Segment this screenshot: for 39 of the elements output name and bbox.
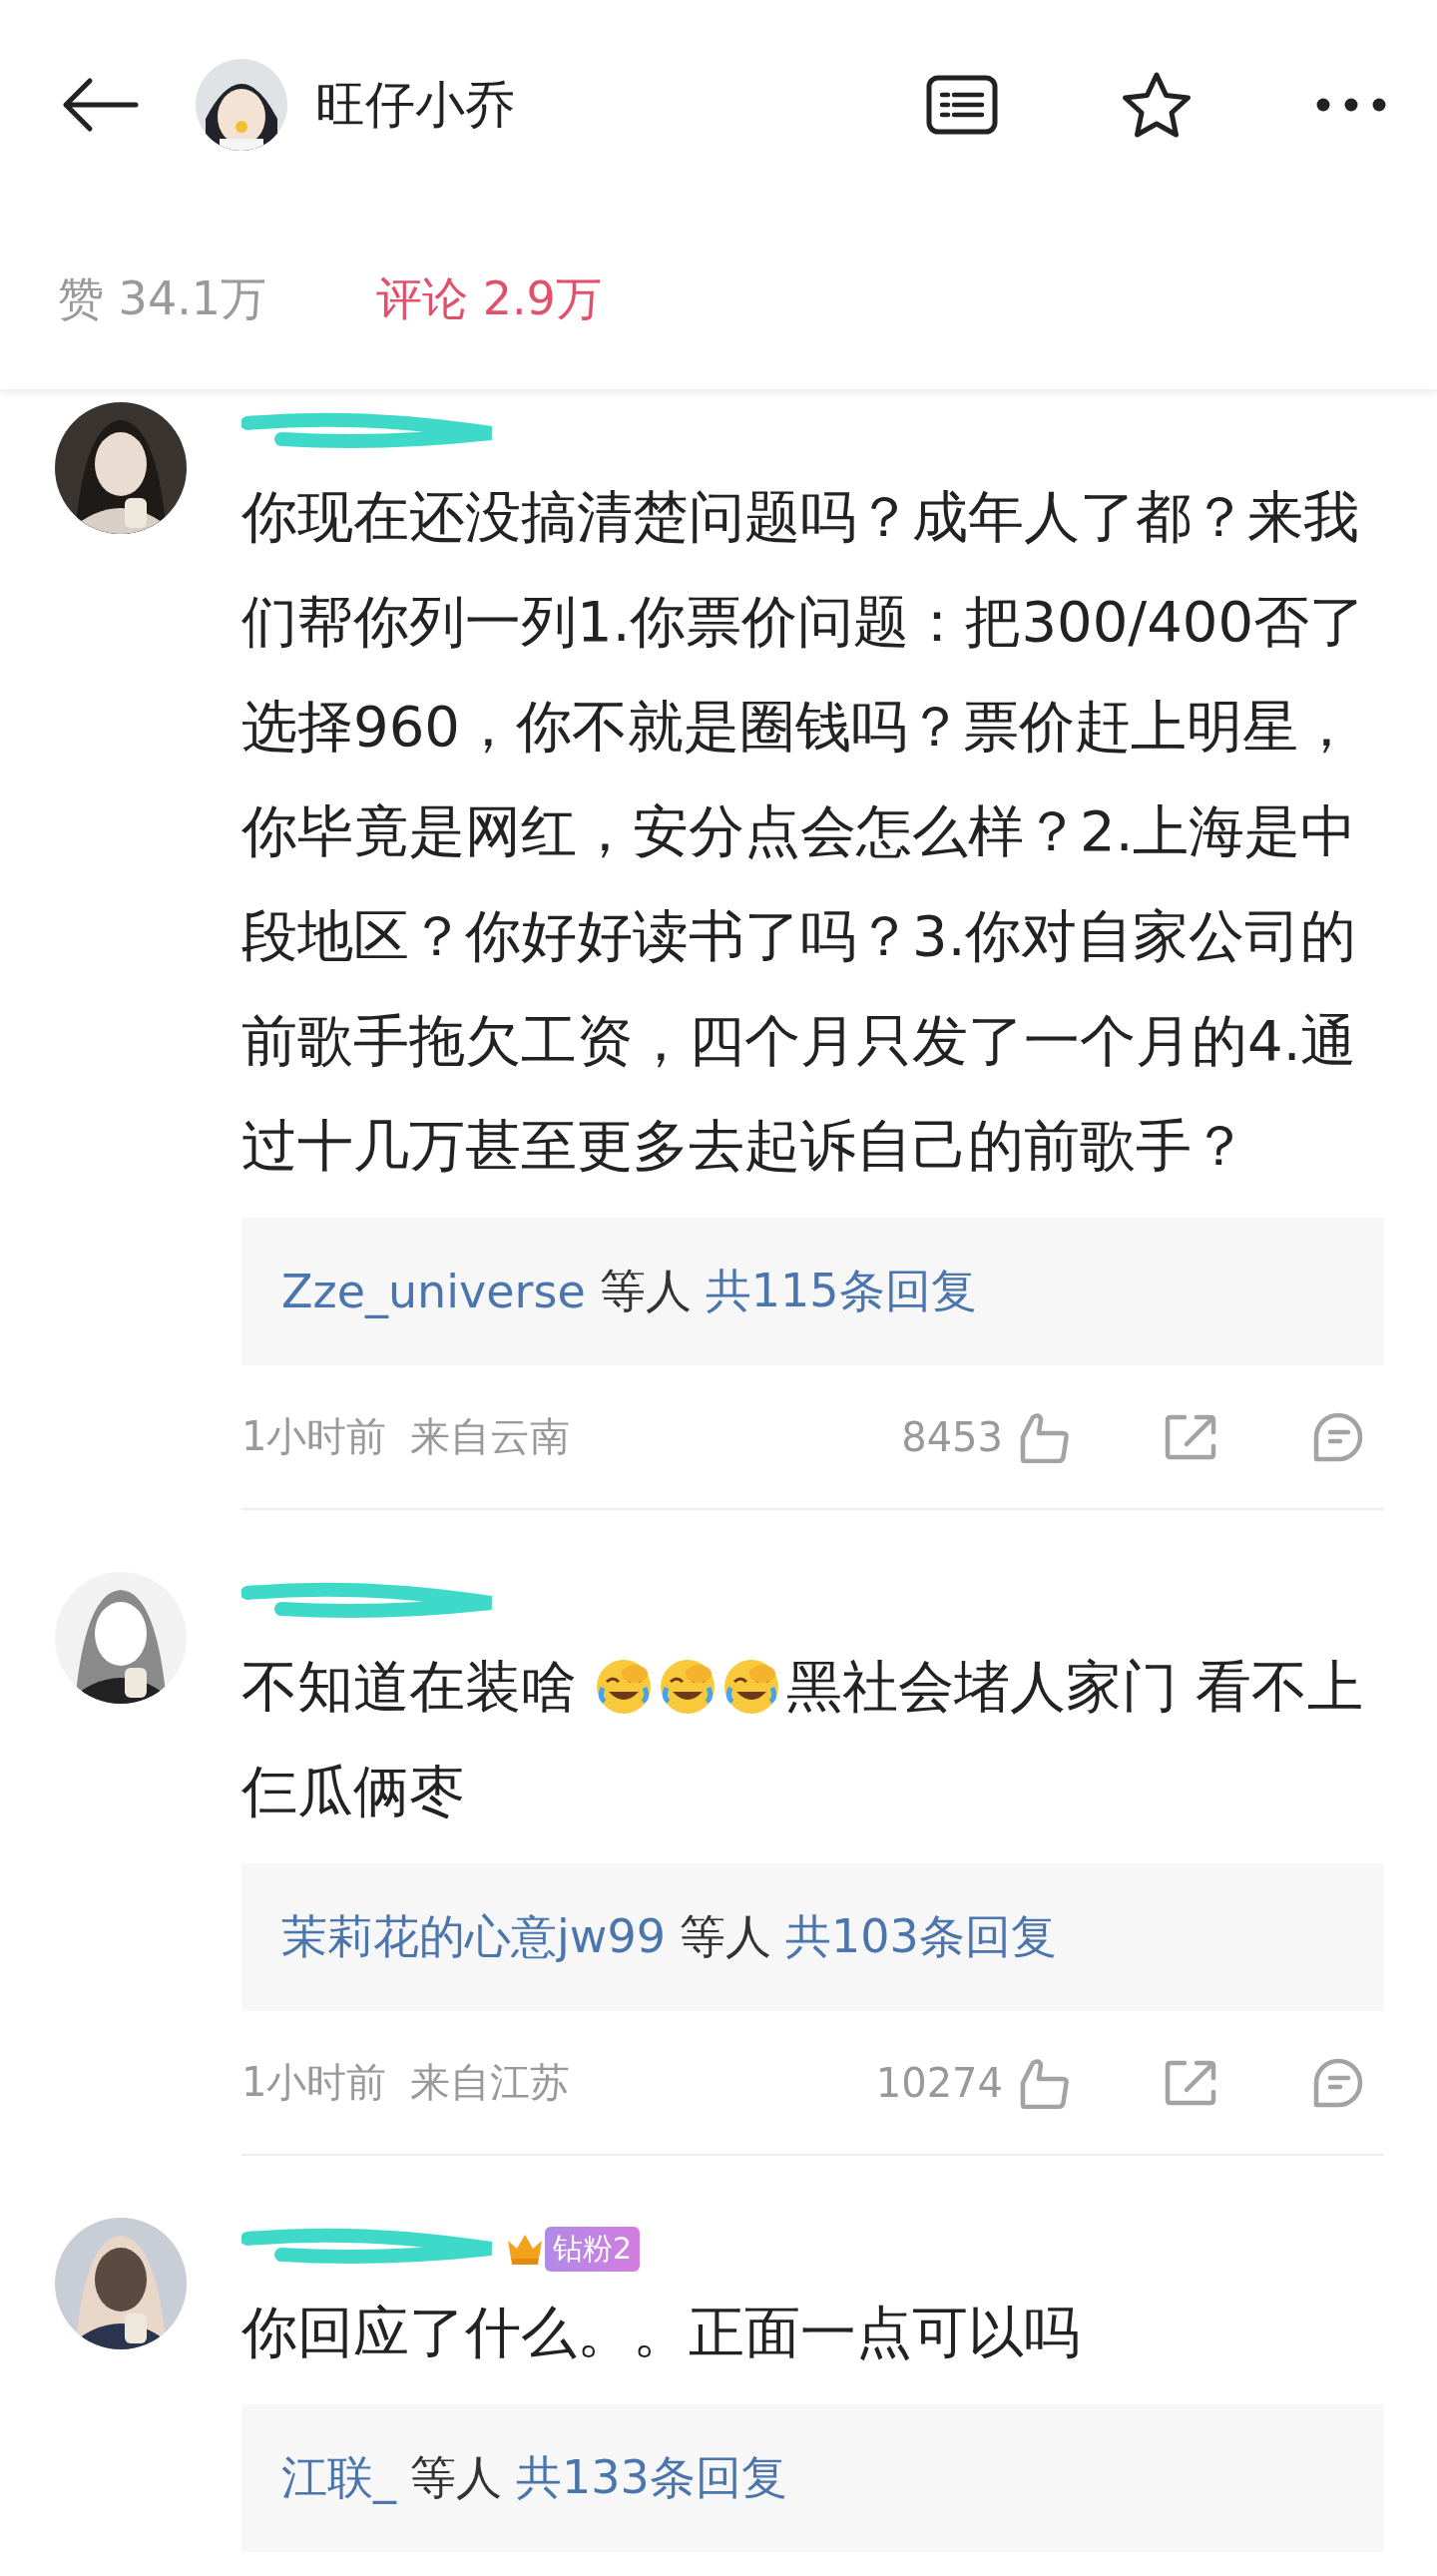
thumbs-up-icon[interactable] — [1019, 2056, 1069, 2109]
reply-joiner-text: 等人 — [679, 1908, 771, 1965]
comment-text: 仨瓜俩枣 — [241, 1759, 465, 1823]
comment-text: 不知道在装啥 — [241, 1654, 578, 1719]
laughing-emoji-icon — [721, 1658, 780, 1716]
reply-count-link[interactable]: 共103条回复 — [784, 1906, 1057, 1968]
star-icon[interactable] — [1121, 71, 1193, 139]
comment-time: 1小时前 — [241, 2058, 387, 2107]
share-icon[interactable] — [1165, 2059, 1216, 2106]
fan-badge: 钻粉2 — [545, 2226, 641, 2272]
reply-users-link[interactable]: 茉莉花的心意jw99 — [281, 1906, 666, 1968]
replies-panel[interactable]: 茉莉花的心意jw99 等人 共103条回复 — [241, 1863, 1384, 2011]
like-count: 10274 — [875, 2059, 1003, 2106]
reply-users-link[interactable]: 江联_ — [281, 2447, 396, 2509]
list-icon[interactable] — [926, 75, 998, 135]
reply-joiner-text: 等人 — [410, 2449, 502, 2506]
comment-icon[interactable] — [1312, 2056, 1364, 2109]
comment-icon[interactable] — [1312, 1410, 1364, 1463]
laughing-emoji-icon — [594, 1658, 653, 1716]
reply-count-link[interactable]: 共115条回复 — [705, 1261, 977, 1322]
replies-panel[interactable]: Zze_universe 等人 共115条回复 — [241, 1218, 1384, 1365]
replies-panel[interactable]: 江联_ 等人 共133条回复 — [241, 2404, 1384, 2552]
thumbs-up-icon[interactable] — [1019, 1410, 1069, 1463]
comment-text: 你现在还没搞清楚问题吗？成年人了都？来我们帮你列一列1.你票价问题：把300/400否了选择960，你不就是圈钱吗？票价赶上明星，你毕竟是网红，安分点会怎么样？2.上海是中段地区？你好好读书了吗？3.你对自家公司的前歌手拖欠工资，四个月只发了一个月的4.通过十几万甚至更多去起诉自己的前歌手？ — [241, 484, 1366, 1178]
laughing-emoji-icon — [658, 1658, 717, 1716]
like-count: 8453 — [901, 1413, 1003, 1460]
reply-users-link[interactable]: Zze_universe — [281, 1265, 586, 1318]
comment-location: 来自江苏 — [410, 2058, 571, 2107]
reply-count-link[interactable]: 共133条回复 — [516, 2447, 787, 2509]
comment-text: 黑社会堵人家门 看不上 — [785, 1654, 1363, 1719]
more-icon[interactable] — [1315, 97, 1387, 113]
stat-tab[interactable]: 评论 2.9万 — [376, 268, 602, 330]
author-name: 旺仔小乔 — [315, 74, 515, 136]
comment-time: 1小时前 — [241, 1412, 387, 1461]
reply-joiner-text: 等人 — [599, 1263, 692, 1319]
comment-location: 来自云南 — [410, 1412, 571, 1461]
share-icon[interactable] — [1165, 1413, 1216, 1460]
comment-text: 你回应了什么。。正面一点可以吗 — [241, 2300, 1080, 2364]
stat-tab[interactable]: 赞 34.1万 — [58, 268, 267, 330]
